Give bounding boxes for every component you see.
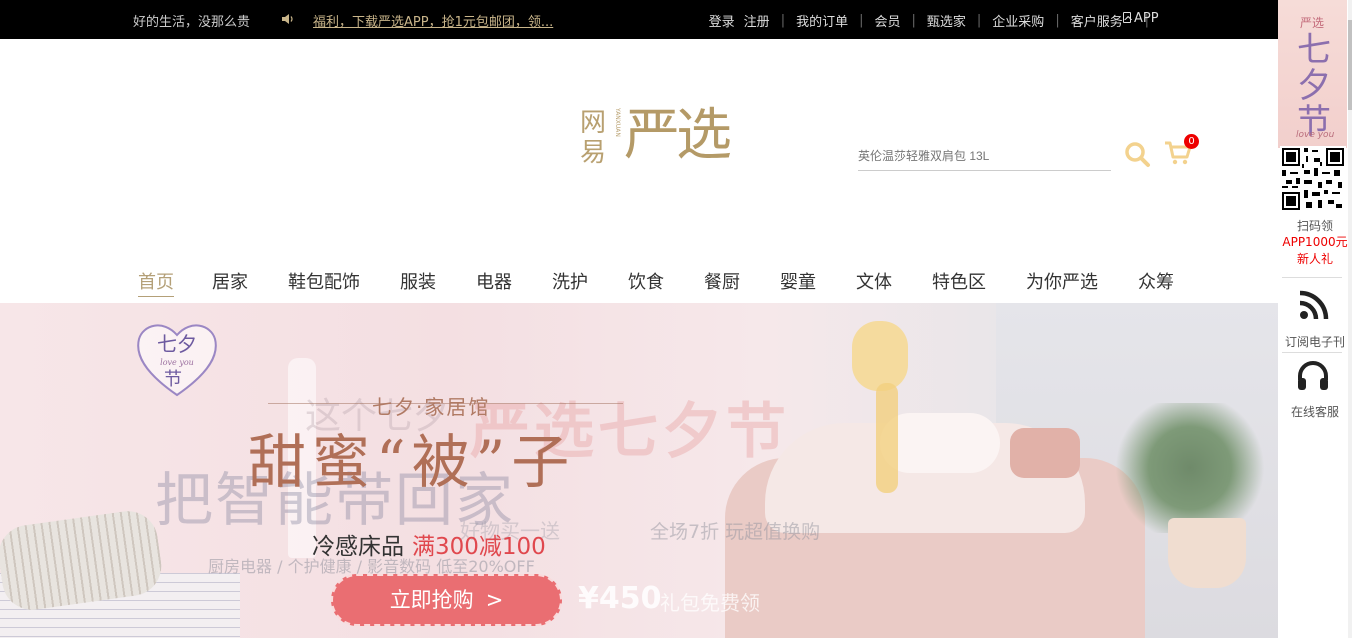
gift-label-1: APP1000元	[1282, 235, 1348, 249]
search-input[interactable]	[858, 143, 1111, 169]
cta-label: 立即抢购	[389, 588, 474, 612]
ghost-text: 全场7折 玩超值换购	[650, 521, 821, 543]
nav-item-kitchen[interactable]: 餐厨	[704, 268, 740, 297]
divider: |	[976, 13, 982, 28]
subscribe-label[interactable]: 订阅电子刊	[1278, 333, 1352, 350]
rss-icon[interactable]	[1295, 288, 1331, 324]
top-links: 登录 注册 | 我的订单 | 会员 | 甄选家 | 企业采购 | 客户服务^ |	[709, 11, 1160, 30]
plant-image	[1110, 403, 1270, 533]
headphones-icon[interactable]	[1295, 358, 1331, 394]
logo-yanxuan: 严选	[624, 103, 732, 168]
cta-arrow: >	[485, 588, 504, 612]
right-sidebar: 严选 七夕节 love you 扫码领 APP1000元 新人礼 订阅电子刊 在	[1278, 0, 1352, 638]
orders-link[interactable]: 我的订单	[796, 11, 848, 30]
banner-headline: 甜蜜“被”子	[248, 428, 576, 496]
nav-item-home-living[interactable]: 居家	[212, 268, 248, 297]
nav-item-clothing[interactable]: 服装	[400, 268, 436, 297]
divider: |	[1055, 13, 1060, 28]
hall-title: 七夕·家居馆	[372, 395, 491, 419]
ghost-text: 礼包免费领	[660, 591, 760, 615]
nav-item-care[interactable]: 洗护	[552, 268, 588, 297]
qixi-promo-tile[interactable]: 严选 七夕节 love you	[1278, 0, 1347, 148]
main-nav: 首页 居家 鞋包配饰 服装 电器 洗护 饮食 餐厨 婴童 文体 特色区 为你严选…	[138, 268, 1174, 297]
logo[interactable]: 网易 YANXUAN 严选	[580, 100, 770, 175]
app-link[interactable]: APP	[1123, 11, 1159, 26]
pillow-image	[1010, 428, 1080, 478]
phone-icon	[1123, 12, 1131, 23]
login-link[interactable]: 登录	[709, 11, 735, 30]
ghost-text: ¥450	[578, 581, 662, 616]
search-icon[interactable]	[1123, 140, 1151, 168]
nav-item-picks[interactable]: 为你严选	[1026, 268, 1098, 297]
promo-top-label: 严选	[1300, 16, 1325, 30]
nav-item-bags[interactable]: 鞋包配饰	[288, 268, 360, 297]
nav-item-stationery[interactable]: 文体	[856, 268, 892, 297]
cart-count-badge: 0	[1184, 134, 1199, 149]
picker-link[interactable]: 甄选家	[927, 11, 966, 30]
buy-now-button[interactable]: 立即抢购 >	[331, 574, 562, 626]
top-bar: 好的生活，没那么贵 福利，下载严选APP，抢1元包邮团，领... 登录 注册 |…	[0, 0, 1278, 39]
app-label: APP	[1134, 11, 1159, 26]
gift-label-2: 新人礼	[1296, 252, 1333, 266]
search-box	[858, 143, 1111, 171]
support-label[interactable]: 在线客服	[1278, 403, 1352, 420]
scrollbar-thumb[interactable]	[1348, 20, 1352, 110]
slogan: 好的生活，没那么贵	[133, 15, 251, 30]
badge-char: 节	[164, 369, 182, 390]
logo-pinyin-text: YANXUAN	[614, 108, 621, 137]
product-label: 冷感床品	[312, 534, 404, 560]
divider	[1282, 277, 1342, 278]
badge-title: 七夕	[157, 332, 197, 356]
nav-item-baby[interactable]: 婴童	[780, 268, 816, 297]
scan-label: 扫码领	[1296, 219, 1333, 233]
nav-item-crowdfunding[interactable]: 众筹	[1138, 268, 1174, 297]
nav-item-home[interactable]: 首页	[138, 268, 174, 297]
logo-pinyin: YANXUAN	[613, 108, 621, 137]
nav-item-appliances[interactable]: 电器	[476, 268, 512, 297]
qr-code[interactable]	[1280, 146, 1346, 212]
banner-subtitle: 冷感床品 满300减100	[312, 527, 546, 561]
qixi-heart-badge: 七夕 love you 节	[137, 324, 217, 397]
promo-link[interactable]: 福利，下载严选APP，抢1元包邮团，领...	[313, 11, 553, 30]
member-link[interactable]: 会员	[874, 11, 900, 30]
logo-wangyi: 网易	[580, 108, 607, 168]
plant-pot-image	[1168, 518, 1246, 588]
promo-main-label: 七夕节	[1297, 30, 1331, 142]
giraffe-toy-image	[852, 321, 908, 391]
offer-label: 满300减100	[412, 534, 546, 560]
giraffe-toy-image	[876, 383, 898, 493]
divider: |	[911, 13, 916, 28]
nav-item-specials[interactable]: 特色区	[932, 268, 986, 297]
badge-subtitle: love you	[160, 358, 194, 367]
pillow-image	[880, 413, 1000, 473]
hero-banner[interactable]: 这个七夕 严选七夕节 把智能带回家 好物买一送 全场7折 玩超值换购 厨房电器 …	[0, 303, 1278, 638]
register-link[interactable]: 注册	[744, 11, 770, 30]
nav-item-food[interactable]: 饮食	[628, 268, 664, 297]
enterprise-link[interactable]: 企业采购	[992, 11, 1044, 30]
scrollbar[interactable]	[1348, 0, 1352, 638]
divider: |	[780, 13, 786, 28]
speaker-icon	[282, 14, 293, 24]
divider: |	[859, 13, 864, 28]
divider	[1282, 352, 1342, 353]
promo-sub-label: love you	[1296, 130, 1335, 140]
